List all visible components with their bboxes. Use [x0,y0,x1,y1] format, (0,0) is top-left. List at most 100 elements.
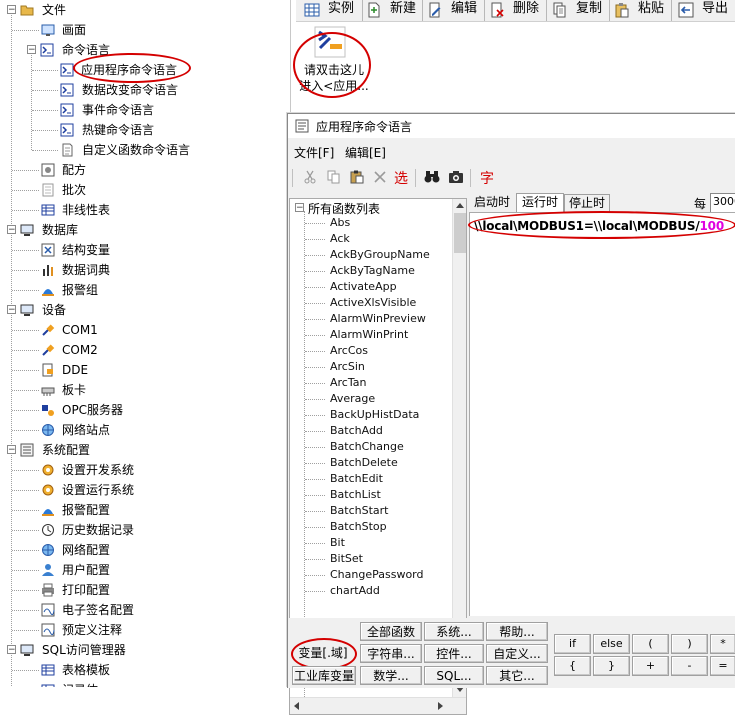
tree-item[interactable]: 设置运行系统 [0,480,290,500]
tab-running[interactable]: 运行时 [516,193,564,213]
tree-item[interactable]: − 文件 [0,0,290,20]
tree-item[interactable]: 表格模板 [0,660,290,680]
function-item[interactable]: BatchChange [330,439,404,455]
math-button[interactable]: 数学... [360,666,422,685]
toolbar-new-button[interactable]: 新建 [366,0,424,21]
app-command-tile[interactable]: 请双击这儿 进入<应用... [293,26,372,98]
toolbar-delete-button[interactable]: 删除 [489,0,547,21]
cut-icon[interactable] [303,170,317,184]
function-item[interactable]: Average [330,391,375,407]
operator-key[interactable]: if [554,634,591,654]
custom-button[interactable]: 自定义... [486,644,548,663]
tree-item[interactable]: 自定义函数命令语言 [0,140,290,160]
tree-expander[interactable]: − [7,225,16,235]
script-code-line[interactable]: \\local\MODBUS1=\\local\MODBUS/100 [474,219,724,233]
tree-item[interactable]: 预定义注释 [0,620,290,640]
function-item[interactable]: BatchAdd [330,423,383,439]
tree-expander[interactable]: − [7,305,16,315]
tree-item[interactable]: DDE [0,360,290,380]
tree-item[interactable]: COM1 [0,320,290,340]
tree-item[interactable]: 批次 [0,180,290,200]
function-item[interactable]: BatchStart [330,503,389,519]
control-button[interactable]: 控件... [424,644,484,663]
operator-key[interactable]: ( [632,634,669,654]
tree-item[interactable]: OPC服务器 [0,400,290,420]
toolbar-copy-button[interactable]: 复制 [552,0,610,21]
function-item[interactable]: ActiveXlsVisible [330,295,416,311]
interval-input[interactable]: 3000 [710,193,735,213]
operator-key[interactable]: ) [671,634,708,654]
tree-expander[interactable]: − [7,5,16,15]
operator-key[interactable]: } [593,656,630,676]
tree-expander[interactable]: − [7,645,16,655]
tree-item[interactable]: 用户配置 [0,560,290,580]
tab-stop[interactable]: 停止时 [564,194,610,212]
copy-icon[interactable] [327,170,341,184]
tree-item[interactable]: 打印配置 [0,580,290,600]
scroll-up-icon[interactable] [456,203,464,208]
function-item[interactable]: BackUpHistData [330,407,419,423]
industrial-var-button[interactable]: 工业库变量 [292,666,356,685]
function-item[interactable]: Bit [330,535,345,551]
function-item[interactable]: AlarmWinPreview [330,311,426,327]
toolbar-export-button[interactable]: 导出 [678,0,735,21]
tree-item[interactable]: − 系统配置 [0,440,290,460]
other-button[interactable]: 其它... [486,666,548,685]
all-functions-button[interactable]: 全部函数 [360,622,422,641]
tree-item[interactable]: 非线性表 [0,200,290,220]
function-item[interactable]: ActivateApp [330,279,397,295]
tree-item[interactable]: − 命令语言 [0,40,290,60]
operator-key[interactable]: - [671,656,708,676]
help-button[interactable]: 帮助... [486,622,548,641]
function-item[interactable]: ChangePassword [330,567,424,583]
toolbar-edit-button[interactable]: 编辑 [427,0,485,21]
tree-item[interactable]: 数据改变命令语言 [0,80,290,100]
scroll-right-icon[interactable] [438,702,443,710]
function-item[interactable]: BitSet [330,551,363,567]
sql-button[interactable]: SQL... [424,666,484,685]
function-item[interactable]: BatchDelete [330,455,398,471]
tree-item[interactable]: 板卡 [0,380,290,400]
tree-item[interactable]: 数据词典 [0,260,290,280]
tree-item[interactable]: 历史数据记录 [0,520,290,540]
function-item[interactable]: chartAdd [330,583,380,599]
select-button[interactable]: 选 [394,168,408,188]
paste-icon[interactable] [350,170,364,184]
function-item[interactable]: ArcSin [330,359,365,375]
function-list-hscroll[interactable] [290,697,466,714]
tree-item[interactable]: 报警组 [0,280,290,300]
function-item[interactable]: AlarmWinPrint [330,327,408,343]
string-button[interactable]: 字符串... [360,644,422,663]
tree-item[interactable]: 事件命令语言 [0,100,290,120]
project-tree[interactable]: − 文件 画面 − 命令语言 应用程序命令语言 数据改变命令语言 事件命令语言 热键命令语言 自定… [0,0,291,687]
scroll-thumb[interactable] [454,213,466,253]
function-item[interactable]: BatchList [330,487,381,503]
find-binoculars-icon[interactable] [424,170,440,184]
tree-item[interactable]: 记录体 [0,680,290,687]
function-item[interactable]: ArcTan [330,375,366,391]
tree-item[interactable]: 应用程序命令语言 [0,60,290,80]
function-item[interactable]: Ack [330,231,350,247]
operator-key[interactable]: = [710,656,735,676]
function-item[interactable]: ArcCos [330,343,368,359]
delete-icon[interactable] [373,170,387,184]
tree-item[interactable]: 网络配置 [0,540,290,560]
scroll-left-icon[interactable] [294,702,299,710]
function-item[interactable]: BatchStop [330,519,387,535]
function-item[interactable]: AckByGroupName [330,247,430,263]
operator-key[interactable]: + [632,656,669,676]
tree-item[interactable]: 画面 [0,20,290,40]
function-item[interactable]: Abs [330,215,350,231]
tree-item[interactable]: 结构变量 [0,240,290,260]
operator-key[interactable]: { [554,656,591,676]
function-item[interactable]: AckByTagName [330,263,415,279]
fn-root-expander[interactable]: − [295,203,304,213]
tree-item[interactable]: 网络站点 [0,420,290,440]
tree-item[interactable]: − 设备 [0,300,290,320]
menu-file[interactable]: 文件[F] [294,144,334,161]
tree-item[interactable]: − 数据库 [0,220,290,240]
replace-icon[interactable] [448,170,464,184]
menu-edit[interactable]: 编辑[E] [345,144,386,161]
tree-item[interactable]: COM2 [0,340,290,360]
variable-button[interactable]: 变量[.域] [293,644,353,663]
